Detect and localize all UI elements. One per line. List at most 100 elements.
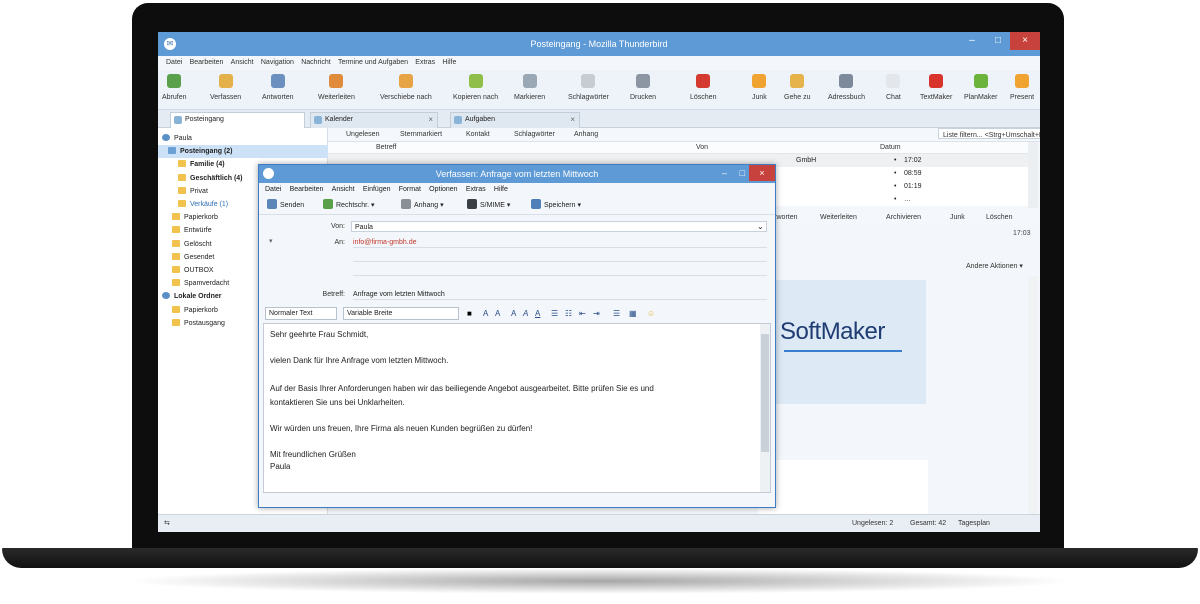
bullet-list-icon[interactable]: ☰	[551, 308, 558, 320]
chat-button[interactable]: Chat	[886, 74, 901, 101]
filter-attachment[interactable]: Anhang	[574, 128, 598, 142]
folder-label: Privat	[190, 187, 208, 195]
bold-icon[interactable]: A	[511, 308, 516, 320]
folder-label: Paula	[174, 135, 192, 142]
menu-extras[interactable]: Extras	[415, 56, 435, 70]
font-larger-icon[interactable]: A	[495, 308, 500, 320]
insert-table-icon[interactable]: ▦	[629, 308, 637, 320]
junk-button[interactable]: Junk	[752, 74, 767, 101]
body-scrollbar[interactable]	[760, 324, 770, 492]
compose-maximize-button[interactable]: □	[740, 165, 745, 181]
get-mail-button[interactable]: Abrufen	[162, 74, 187, 101]
message-list-scrollbar[interactable]	[1028, 142, 1038, 208]
outdent-icon[interactable]: ⇤	[579, 308, 586, 320]
column-from[interactable]: Von	[696, 142, 708, 154]
compose-menu-hilfe[interactable]: Hilfe	[494, 184, 508, 196]
text-color-icon[interactable]: ■	[467, 308, 472, 320]
paragraph-style-select[interactable]: Normaler Text	[265, 307, 337, 320]
menu-navigation[interactable]: Navigation	[261, 56, 294, 70]
preview-junk-button[interactable]: Junk	[950, 210, 965, 226]
menu-nachricht[interactable]: Nachricht	[301, 56, 331, 70]
minimize-button[interactable]: –	[960, 32, 984, 50]
tab-tasks[interactable]: Aufgaben ×	[450, 112, 580, 128]
address-book-button[interactable]: Adressbuch	[828, 74, 865, 101]
menu-bearbeiten[interactable]: Bearbeiten	[190, 56, 224, 70]
compose-menu-optionen[interactable]: Optionen	[429, 184, 457, 196]
menu-termine[interactable]: Termine und Aufgaben	[338, 56, 408, 70]
send-button[interactable]: Senden	[267, 199, 304, 213]
filter-starred[interactable]: Sternmarkiert	[400, 128, 442, 142]
save-button[interactable]: Speichern ▾	[531, 199, 581, 213]
menu-ansicht[interactable]: Ansicht	[231, 56, 254, 70]
subject-field[interactable]: Anfrage vom letzten Mittwoch	[353, 289, 767, 300]
planmaker-button[interactable]: PlanMaker	[964, 74, 997, 101]
folder-item[interactable]: Posteingang (2)	[158, 145, 328, 159]
emoji-icon[interactable]: ☺	[647, 308, 655, 320]
compose-menu-datei[interactable]: Datei	[265, 184, 281, 196]
tab-inbox[interactable]: Posteingang	[170, 112, 305, 128]
font-select[interactable]: Variable Breite	[343, 307, 459, 320]
numbered-list-icon[interactable]: ☷	[565, 308, 572, 320]
today-pane-toggle[interactable]: Tagesplan	[958, 515, 990, 532]
recipient-type-chevron[interactable]: ▾	[269, 237, 273, 245]
preview-scrollbar[interactable]	[1028, 276, 1038, 514]
close-button[interactable]: ×	[1010, 32, 1040, 50]
spellcheck-button[interactable]: Rechtschr. ▾	[323, 199, 375, 213]
compose-menu-bearbeiten[interactable]: Bearbeiten	[290, 184, 324, 196]
body-scroll-thumb[interactable]	[761, 334, 769, 452]
align-icon[interactable]: ☰	[613, 308, 620, 320]
compose-close-button[interactable]: ×	[749, 165, 775, 181]
reply-button[interactable]: Antworten	[262, 74, 294, 101]
other-actions-menu[interactable]: Andere Aktionen ▾	[966, 262, 1023, 270]
preview-archive-button[interactable]: Archivieren	[886, 210, 921, 226]
compose-menu-extras[interactable]: Extras	[466, 184, 486, 196]
move-to-button[interactable]: Verschiebe nach	[380, 74, 432, 101]
preview-forward-button[interactable]: Weiterleiten	[820, 210, 857, 226]
mark-button[interactable]: Markieren	[514, 74, 545, 101]
menu-datei[interactable]: Datei	[166, 56, 182, 70]
folder-label: Verkäufe (1)	[190, 201, 229, 208]
presentations-button[interactable]: Present	[1010, 74, 1034, 101]
filter-contact[interactable]: Kontakt	[466, 128, 490, 142]
total-count: Gesamt: 42	[910, 520, 947, 527]
to-field[interactable]: info@firma-gmbh.de	[353, 237, 767, 248]
from-select[interactable]: Paula	[351, 221, 767, 232]
attach-button[interactable]: Anhang ▾	[401, 199, 444, 213]
compose-menu-ansicht[interactable]: Ansicht	[332, 184, 355, 196]
goto-button[interactable]: Gehe zu	[784, 74, 810, 101]
filter-unread[interactable]: Ungelesen	[346, 128, 379, 142]
compose-menu-format[interactable]: Format	[399, 184, 421, 196]
indent-icon[interactable]: ⇥	[593, 308, 600, 320]
preview-delete-button[interactable]: Löschen	[986, 210, 1012, 226]
compose-icon	[218, 74, 233, 88]
maximize-button[interactable]: □	[986, 32, 1010, 50]
recipient-field-2[interactable]	[353, 251, 767, 262]
close-tab-icon[interactable]: ×	[570, 113, 575, 127]
message-body-editor[interactable]: Sehr geehrte Frau Schmidt, vielen Dank f…	[263, 323, 771, 493]
compose-menu-einfuegen[interactable]: Einfügen	[363, 184, 391, 196]
font-smaller-icon[interactable]: A	[483, 308, 488, 320]
folder-label: Posteingang (2)	[180, 148, 233, 156]
inbox-icon	[168, 147, 176, 155]
menu-hilfe[interactable]: Hilfe	[442, 56, 456, 70]
tab-calendar[interactable]: Kalender ×	[310, 112, 438, 128]
forward-button[interactable]: Weiterleiten	[318, 74, 355, 101]
close-tab-icon[interactable]: ×	[428, 113, 433, 127]
smime-button[interactable]: S/MIME ▾	[467, 199, 510, 213]
tags-button[interactable]: Schlagwörter	[568, 74, 609, 101]
recipient-field-3[interactable]	[353, 265, 767, 276]
column-subject[interactable]: Betreff	[376, 142, 397, 154]
copy-icon	[468, 74, 483, 88]
print-button[interactable]: Drucken	[630, 74, 656, 101]
filter-search-input[interactable]: Liste filtern... <Strg+Umschalt+K>	[938, 128, 1040, 139]
write-button[interactable]: Verfassen	[210, 74, 241, 101]
column-date[interactable]: Datum	[880, 142, 901, 154]
delete-button[interactable]: Löschen	[690, 74, 716, 101]
folder-item[interactable]: Paula	[158, 132, 328, 145]
filter-tags[interactable]: Schlagwörter	[514, 128, 555, 142]
underline-icon[interactable]: A	[535, 308, 540, 320]
copy-to-button[interactable]: Kopieren nach	[453, 74, 498, 101]
textmaker-button[interactable]: TextMaker	[920, 74, 952, 101]
compose-minimize-button[interactable]: –	[722, 165, 727, 181]
italic-icon[interactable]: A	[523, 308, 528, 320]
